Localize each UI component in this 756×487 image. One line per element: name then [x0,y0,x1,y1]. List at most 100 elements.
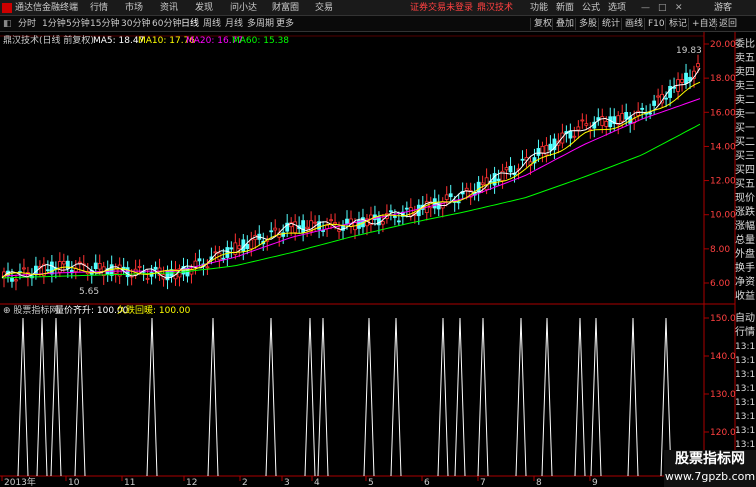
login-notice[interactable]: 证券交易未登录 [410,2,473,14]
quote-field-label: 外盘 [735,249,755,260]
candle-down [109,264,114,276]
menu-formula[interactable]: 公式 [582,2,600,14]
price-panel-title: 鼎汉技术(日线 前复权) [3,34,94,46]
candle-up [77,261,82,264]
signal-spike [541,317,553,477]
candle-up [656,95,661,98]
btn-fuquan[interactable]: 复权 [530,18,552,30]
guest-label[interactable]: 游客 [714,2,732,14]
quote-field-label: 买一 [735,123,755,134]
signal-spike [627,317,639,477]
candle-down [93,262,98,270]
signal-spike [265,317,277,477]
quote-field-label: 卖五 [735,53,755,64]
menu-trade[interactable]: 交易 [315,2,333,14]
candle-down [640,107,645,110]
period-5min[interactable]: 5分钟 [66,18,90,30]
candle-down [396,220,401,223]
tick-time-label: 13:11 [735,412,756,422]
price-y-axis: 20.00 18.00 16.00 14.00 12.00 10.00 8.00 6.00 [704,40,736,289]
watermark-title: 股票指标网 [675,451,745,467]
quote-field-label: 总量 [735,235,755,246]
candle-down [10,277,14,282]
candle-down [229,247,234,250]
price-tick-label: 20.00 [710,40,736,50]
btn-back[interactable]: 返回 [715,18,737,30]
tick-time-label: 13:11 [735,384,756,394]
signal-spikes [17,317,672,477]
candle-up [576,126,581,131]
candle-up [14,279,18,282]
candle-up [600,116,605,126]
btn-stats[interactable]: 统计 [598,18,620,30]
indicator-line2: 久跌回暖: 100.00 [117,304,191,316]
btn-mark[interactable]: 标记 [665,18,687,30]
menu-options[interactable]: 选项 [608,2,626,14]
x-tick-label: 3 [284,478,290,487]
period-weekly[interactable]: 周线 [203,18,221,30]
candle-down [664,97,668,100]
period-toolbar: ◧ 分时 1分钟 5分钟 15分钟 30分钟 60分钟 日线 周线 月线 多周期… [0,16,756,32]
candle-up [440,201,445,209]
tick-time-label: 13:11 [735,342,756,352]
btn-f10[interactable]: F10 [644,18,665,30]
maximize-icon[interactable]: □ [658,2,667,14]
menu-market[interactable]: 市场 [125,2,143,14]
candle-up [205,266,210,269]
period-fenshi[interactable]: 分时 [18,18,36,30]
candle-up [337,229,341,232]
candle-down [125,267,130,278]
app-logo-icon [2,3,12,13]
price-tick-label: 18.00 [710,74,736,84]
candle-up [381,221,385,225]
candle-up [444,194,449,200]
candle-up [620,113,625,122]
period-monthly[interactable]: 月线 [225,18,243,30]
candle-down [508,165,513,173]
btn-multistock[interactable]: 多股 [575,18,597,30]
candle-down [496,178,501,182]
x-tick-label: 4 [314,478,320,487]
period-more[interactable]: 更多 [276,18,294,30]
price-tick-label: 16.00 [710,108,736,118]
close-icon[interactable]: ✕ [675,2,683,14]
btn-overlay[interactable]: 叠加 [552,18,574,30]
candle-down [388,210,393,213]
candle-down [345,218,349,224]
stock-chart[interactable]: 鼎汉技术(日线 前复权) MA5: 18.47 MA10: 17.76 MA20… [0,32,756,487]
signal-spike [17,317,29,477]
signal-spike [454,317,466,477]
quote-side-panel: 委比 卖五 卖四 卖三 卖二 卖一 买一 买二 买三 买四 买五 现价 涨跌 涨幅 总量 外盘 换手 净资 收益 [735,38,756,304]
menu-new[interactable]: 新面 [556,2,574,14]
low-price-label: 5.65 [79,287,99,297]
quote-field-label: 买五 [735,179,755,190]
indicator-tick-label: 120.0 [710,428,736,438]
watermark: 股票指标网 www.7gpzb.com [664,450,756,487]
period-daily[interactable]: 日线 [181,18,199,30]
btn-add-fav[interactable]: +自选 [688,18,718,30]
sidebar-toggle-icon[interactable]: ◧ [3,18,12,30]
minimize-icon[interactable]: — [641,2,650,14]
ma5-label: MA5: 18.47 [93,36,144,46]
period-15min[interactable]: 15分钟 [90,18,119,30]
candle-down [624,112,629,120]
menu-ask[interactable]: 问小达 [230,2,257,14]
menu-news[interactable]: 资讯 [160,2,178,14]
menu-func[interactable]: 功能 [530,2,548,14]
quote-field-label: 买三 [735,151,755,162]
menu-wealth[interactable]: 财富圈 [272,2,299,14]
period-1min[interactable]: 1分钟 [42,18,66,30]
period-60min[interactable]: 60分钟 [152,18,181,30]
btn-draw[interactable]: 画线 [621,18,643,30]
candle-down [520,158,525,161]
period-30min[interactable]: 30分钟 [121,18,150,30]
menu-hq[interactable]: 行情 [90,2,108,14]
signal-spike [207,317,219,477]
signal-spike [590,317,602,477]
signal-spike [304,317,316,477]
candle-up [580,119,585,122]
menu-discover[interactable]: 发现 [195,2,213,14]
candle-down [648,112,653,115]
period-multi[interactable]: 多周期 [247,18,274,30]
signal-spike [317,317,329,477]
